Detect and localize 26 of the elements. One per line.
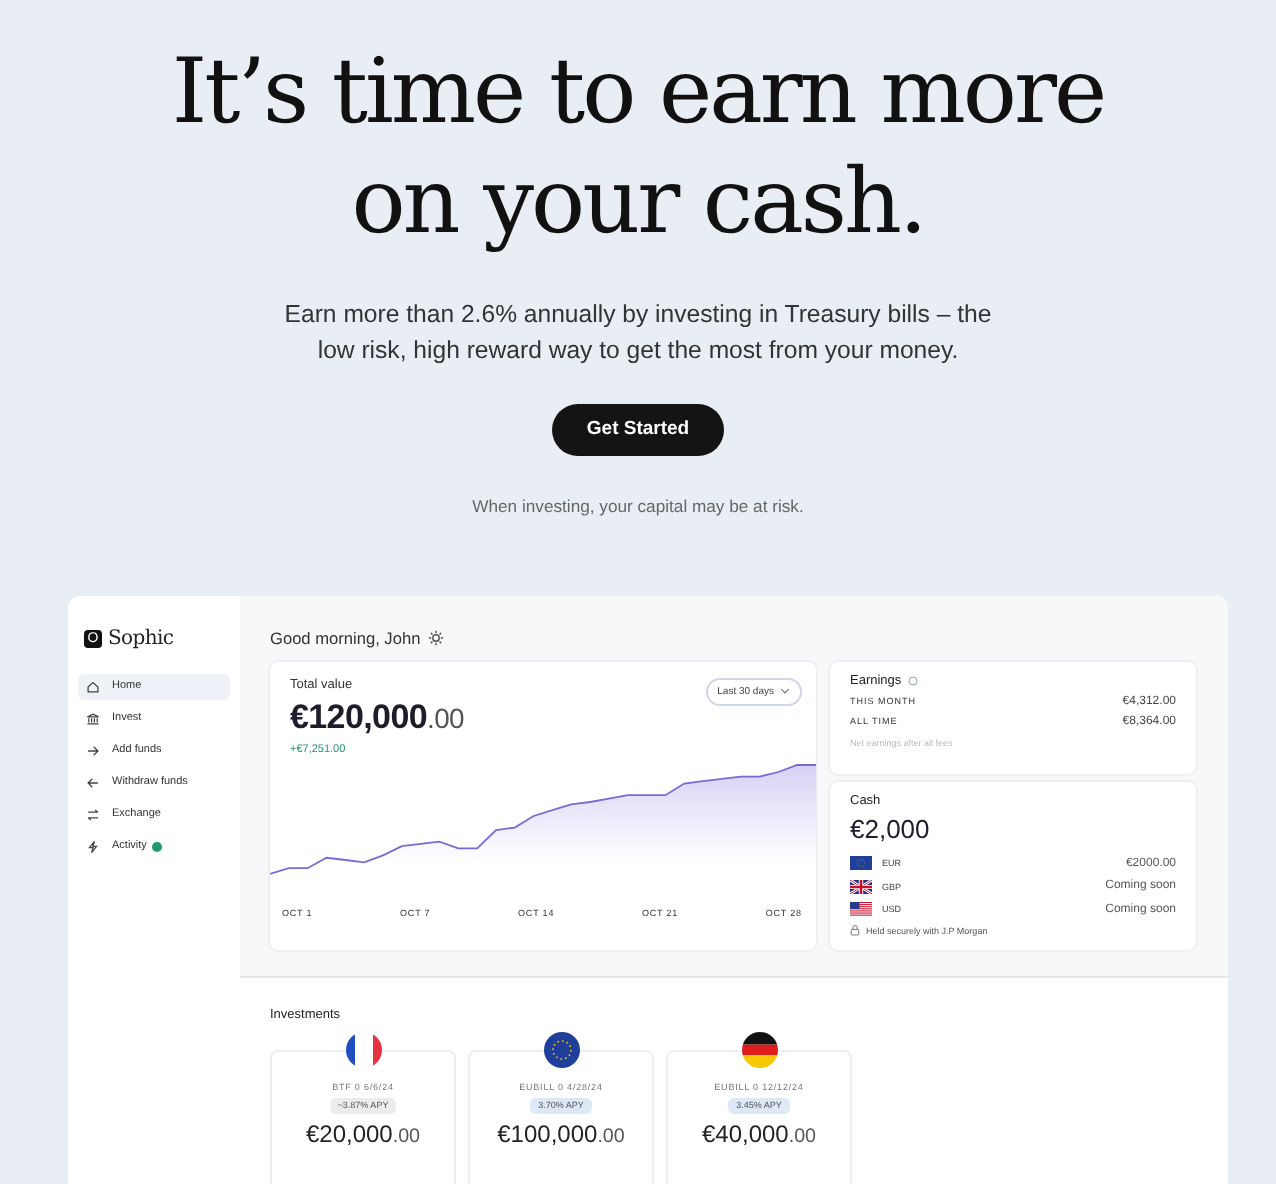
arrow-right-icon <box>86 743 100 758</box>
greeting: Good morning, John <box>270 627 421 648</box>
risk-note: When investing, your capital may be at risk. <box>472 495 804 516</box>
get-started-button[interactable]: Get Started <box>552 404 724 456</box>
logo-text: Sophic <box>108 627 174 650</box>
germany-flag-icon <box>742 1031 778 1068</box>
sun-icon <box>428 629 445 646</box>
cash-amount: €2,000 <box>850 813 932 844</box>
home-icon <box>86 679 100 694</box>
investment-amount: €100,000.00 <box>497 1119 625 1148</box>
swap-icon <box>86 807 100 822</box>
arrow-left-icon <box>86 775 100 790</box>
investment-amount: €40,000.00 <box>701 1119 817 1148</box>
caret-icon <box>780 688 790 695</box>
total-value-amount: €120,000.00 <box>290 697 464 738</box>
eu-flag-icon <box>850 856 872 870</box>
france-flag-icon <box>346 1031 382 1068</box>
lightning-icon <box>86 839 100 854</box>
headline: It’s time to earn more on your cash. <box>171 36 1105 256</box>
uk-flag-icon <box>850 879 872 893</box>
bank-icon <box>86 711 100 726</box>
lock-icon <box>850 924 860 937</box>
us-flag-icon <box>850 902 872 916</box>
investment-amount: €20,000.00 <box>305 1119 421 1148</box>
eu-flag-icon <box>544 1031 580 1068</box>
subtitle: Earn more than 2.6% annually by investing in Treasury bills – the low risk, high reward way to get the most from your money. <box>282 298 994 368</box>
